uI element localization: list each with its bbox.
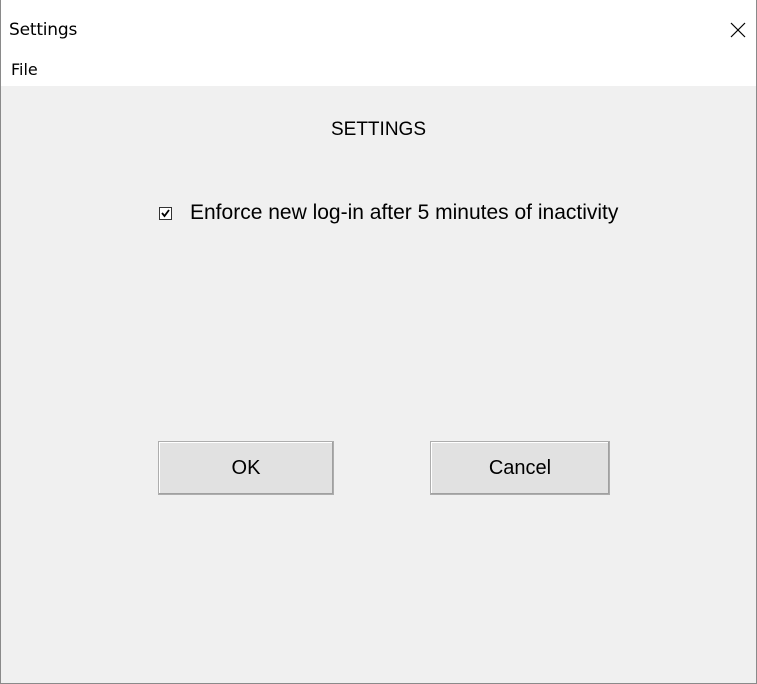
settings-window: Settings File SETTINGS Enforce new log-i…	[0, 0, 757, 684]
title-bar: Settings	[1, 0, 756, 56]
close-icon	[730, 22, 746, 38]
window-title: Settings	[9, 20, 78, 40]
inactivity-option-label[interactable]: Enforce new log-in after 5 minutes of in…	[190, 197, 630, 229]
close-button[interactable]	[720, 14, 756, 46]
menu-item-file[interactable]: File	[9, 60, 40, 79]
dialog-heading: SETTINGS	[330, 119, 426, 140]
inactivity-checkbox[interactable]	[159, 207, 172, 220]
cancel-button[interactable]: Cancel	[430, 441, 610, 495]
dialog-content: SETTINGS Enforce new log-in after 5 minu…	[1, 86, 756, 683]
ok-button[interactable]: OK	[158, 441, 334, 495]
menu-bar: File	[1, 56, 756, 86]
checkmark-icon	[161, 209, 170, 218]
